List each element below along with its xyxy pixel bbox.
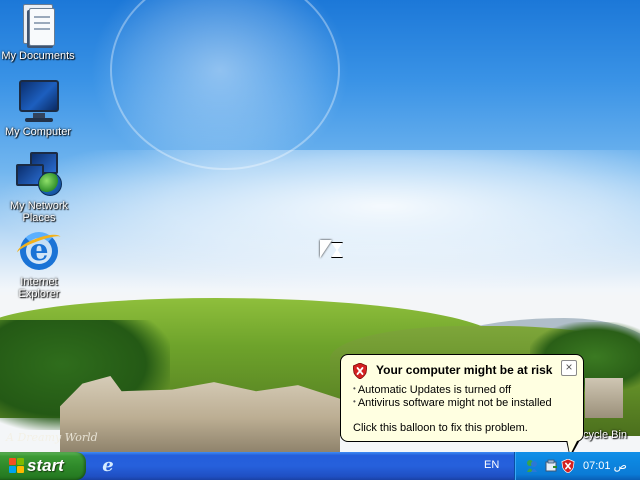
system-tray: 07:01 ص (514, 452, 640, 480)
wallpaper-ruins-pillar (585, 378, 623, 418)
taskbar: start e EN 07:01 ص (0, 452, 640, 480)
start-label: start (27, 456, 64, 475)
language-indicator[interactable]: EN (484, 459, 499, 471)
desktop-icon-internet-explorer[interactable]: e Internet Explorer (1, 228, 77, 300)
hourglass-cursor-icon (320, 240, 346, 262)
messenger-icon[interactable] (525, 459, 539, 473)
clock[interactable]: 07:01 ص (583, 459, 627, 472)
desktop-icon-my-network-places[interactable]: My Network Places (1, 152, 77, 224)
desktop-icon-label: My Documents (1, 50, 75, 62)
bullet-icon: • (353, 397, 356, 406)
start-button[interactable]: start (0, 452, 86, 480)
internet-explorer-icon: e (14, 228, 64, 274)
desktop-icon-label: Internet Explorer (18, 276, 60, 300)
security-alert-icon[interactable] (561, 459, 575, 473)
my-network-places-icon (16, 152, 62, 198)
wallpaper-ruins (60, 376, 340, 452)
desktop-icon-label: My Network Places (9, 200, 69, 224)
balloon-line: • Automatic Updates is turned off (353, 384, 511, 396)
safely-remove-hardware-icon[interactable] (544, 459, 558, 473)
balloon-title: Your computer might be at risk (376, 363, 553, 377)
desktop-icon-my-documents[interactable]: My Documents (0, 2, 76, 62)
desktop-icon-my-computer[interactable]: My Computer (0, 78, 76, 138)
desktop-icon-recycle-bin[interactable]: cycle Bin (583, 429, 627, 441)
balloon-action-text: Click this balloon to fix this problem. (353, 422, 528, 434)
security-shield-icon (353, 363, 367, 379)
my-documents-icon (15, 2, 61, 48)
wallpaper-signature: A Dreamy World (6, 431, 98, 444)
balloon-line: • Antivirus software might not be install… (353, 397, 552, 409)
balloon-close-button[interactable]: × (561, 360, 577, 376)
wallpaper-clouds (0, 150, 640, 290)
desktop-icon-label: My Computer (4, 126, 72, 138)
balloon-line-text: Antivirus software might not be installe… (357, 397, 552, 409)
bullet-icon: • (353, 384, 356, 393)
my-computer-icon (15, 78, 61, 124)
balloon-line-text: Automatic Updates is turned off (357, 384, 512, 396)
windows-logo-icon (9, 458, 25, 474)
security-balloon[interactable]: Your computer might be at risk × • Automa… (340, 354, 584, 442)
quick-launch-internet-explorer-icon[interactable]: e (98, 456, 118, 476)
